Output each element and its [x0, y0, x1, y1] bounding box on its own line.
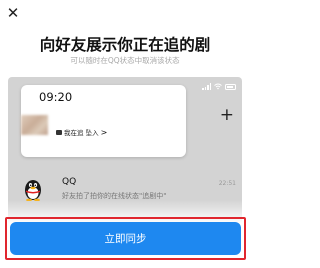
- chat-time: 22:51: [218, 180, 236, 187]
- dialog-title: 向好友展示你正在追的剧: [39, 36, 211, 54]
- close-icon[interactable]: ✕: [4, 4, 22, 22]
- notification-status-text: 我在追 坠入: [64, 129, 99, 137]
- tv-icon: [56, 129, 62, 135]
- battery-icon: [225, 83, 236, 90]
- notification-time: 09:20: [39, 90, 73, 104]
- phone-status-bar: [202, 83, 236, 90]
- plus-icon: +: [219, 105, 234, 125]
- signal-icon: [202, 83, 211, 90]
- notification-status: 我在追 坠入 >: [56, 127, 107, 137]
- qq-penguin-icon: [25, 180, 41, 201]
- sync-now-button[interactable]: 立即同步: [10, 222, 241, 255]
- dialog-subtitle: 可以随时在QQ状态中取消该状态: [70, 56, 180, 65]
- wifi-icon: [214, 83, 222, 90]
- notification-card: 09:20 我在追 坠入 >: [21, 85, 186, 157]
- chat-name: QQ: [62, 177, 77, 187]
- blurred-avatar: [21, 115, 48, 135]
- chevron-right-icon: >: [100, 127, 108, 137]
